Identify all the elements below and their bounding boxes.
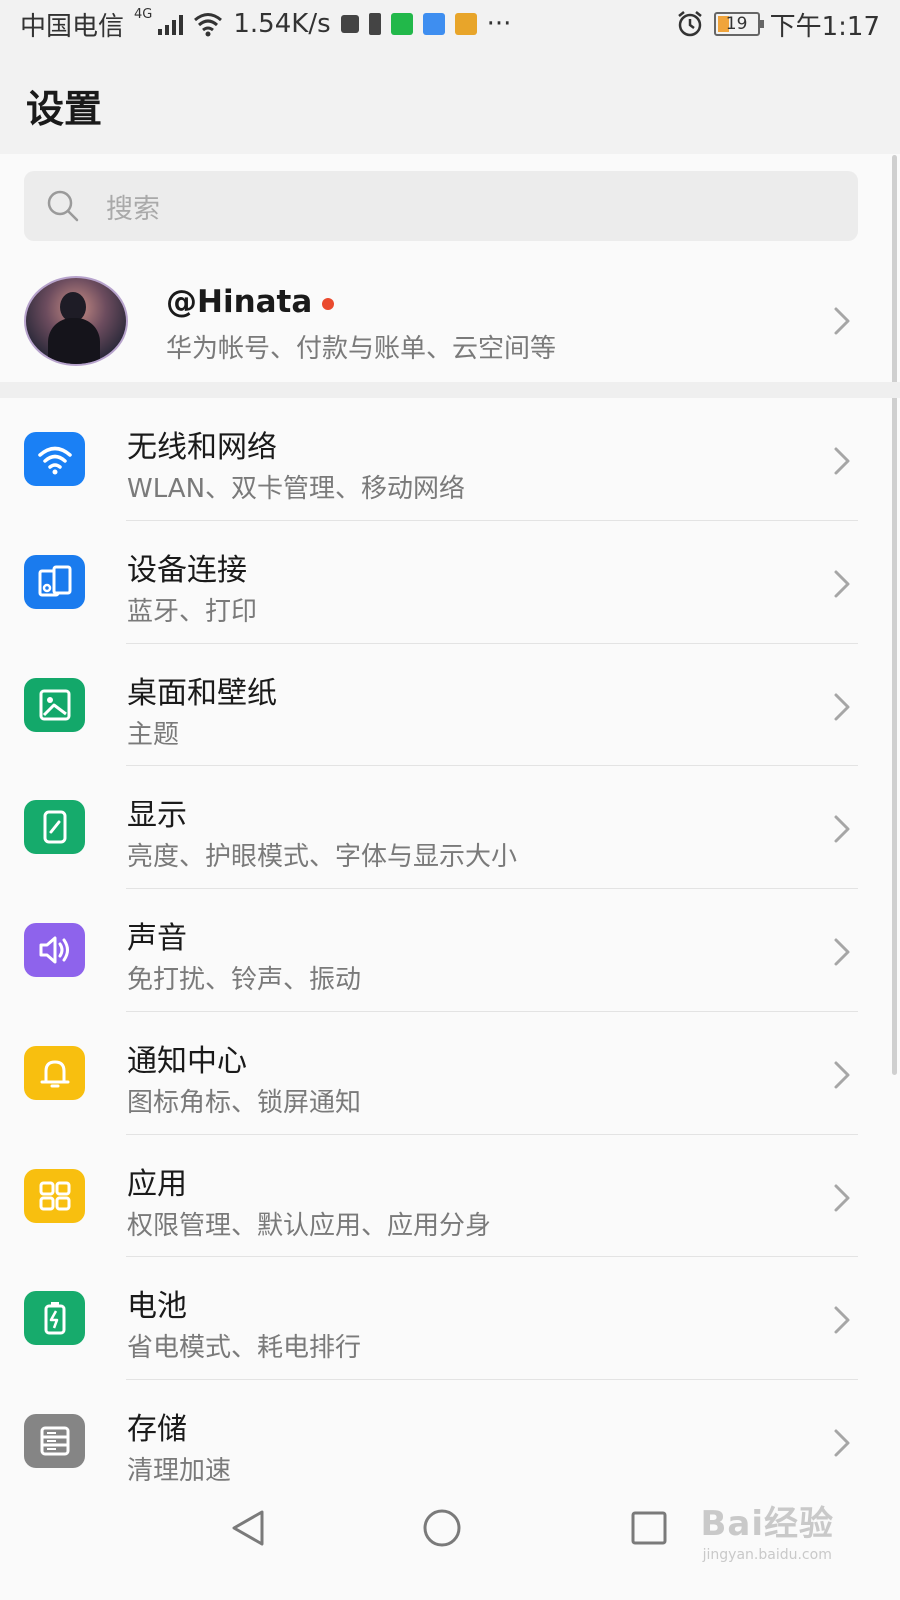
setting-desktop-wallpaper[interactable]: 桌面和壁纸 主题 — [0, 644, 900, 767]
avatar — [24, 276, 128, 366]
network-type: 4G — [134, 6, 153, 22]
setting-wireless-network[interactable]: 无线和网络 WLAN、双卡管理、移动网络 — [0, 398, 900, 521]
back-icon[interactable] — [228, 1508, 268, 1548]
row-title: 设备连接 — [127, 552, 247, 588]
alarm-icon — [677, 11, 702, 37]
row-subtitle: 蓝牙、打印 — [127, 596, 258, 627]
search-placeholder: 搜索 — [106, 193, 160, 225]
chevron-right-icon — [834, 1306, 850, 1334]
status-time: 下午1:17 — [769, 11, 880, 42]
row-title: 桌面和壁纸 — [127, 675, 277, 711]
setting-display[interactable]: 显示 亮度、护眼模式、字体与显示大小 — [0, 766, 900, 889]
watermark-logo: Bai经验 — [700, 1504, 834, 1544]
row-subtitle: 亮度、护眼模式、字体与显示大小 — [127, 842, 518, 873]
row-title: 应用 — [127, 1166, 187, 1202]
account-name-wrap: @Hinata — [166, 284, 335, 320]
row-subtitle: WLAN、双卡管理、移动网络 — [127, 474, 466, 504]
row-subtitle: 权限管理、默认应用、应用分身 — [127, 1210, 492, 1241]
setting-apps[interactable]: 应用 权限管理、默认应用、应用分身 — [0, 1135, 900, 1258]
row-title: 无线和网络 — [127, 430, 277, 465]
wifi-icon — [194, 13, 223, 37]
row-title: 声音 — [127, 921, 187, 956]
battery-icon: 19 — [713, 12, 764, 36]
storage-icon — [24, 1414, 85, 1468]
row-title: 存储 — [127, 1412, 187, 1447]
device-connection-icon — [24, 554, 85, 609]
page-title: 设置 — [26, 87, 103, 131]
more-notifications-indicator: ··· — [486, 9, 512, 39]
row-subtitle: 图标角标、锁屏通知 — [127, 1087, 362, 1118]
setting-storage[interactable]: 存储 清理加速 — [0, 1380, 900, 1503]
signal-icon — [158, 13, 184, 35]
notification-icon — [340, 15, 359, 33]
notification-dot — [322, 297, 335, 310]
account-name: @Hinata — [166, 284, 313, 320]
wallpaper-icon — [24, 677, 85, 732]
search-input[interactable]: 搜索 — [24, 171, 858, 241]
account-subtitle: 华为帐号、付款与账单、云空间等 — [166, 334, 557, 364]
setting-sound[interactable]: 声音 免打扰、铃声、振动 — [0, 889, 900, 1012]
chevron-right-icon — [834, 307, 850, 335]
row-title: 通知中心 — [127, 1043, 247, 1079]
battery-saver-icon — [368, 13, 381, 35]
setting-notification-center[interactable]: 通知中心 图标角标、锁屏通知 — [0, 1012, 900, 1135]
chevron-right-icon — [834, 815, 850, 843]
game-app-icon — [454, 13, 477, 35]
display-icon — [24, 800, 85, 855]
carrier-label: 中国电信 — [20, 11, 125, 42]
recents-icon[interactable] — [630, 1510, 668, 1546]
row-subtitle: 清理加速 — [127, 1456, 232, 1486]
bell-icon — [24, 1045, 85, 1100]
row-subtitle: 免打扰、铃声、振动 — [127, 965, 362, 995]
row-title: 电池 — [127, 1289, 187, 1325]
chevron-right-icon — [834, 1429, 850, 1457]
row-subtitle: 省电模式、耗电排行 — [127, 1333, 362, 1364]
sound-icon — [24, 923, 85, 977]
chevron-right-icon — [834, 693, 850, 720]
setting-device-connection[interactable]: 设备连接 蓝牙、打印 — [0, 521, 900, 644]
account-row[interactable]: @Hinata 华为帐号、付款与账单、云空间等 — [0, 262, 900, 380]
chevron-right-icon — [834, 938, 850, 966]
battery-level: 19 — [725, 14, 748, 34]
app-bar: 设置 — [0, 48, 900, 154]
network-speed: 1.54K/s — [233, 9, 331, 39]
iqiyi-app-icon — [390, 13, 413, 35]
chevron-right-icon — [834, 1184, 850, 1211]
search-icon — [47, 190, 79, 222]
maps-app-icon — [422, 13, 445, 35]
wifi-icon — [24, 432, 85, 486]
battery-icon — [24, 1291, 85, 1346]
row-subtitle: 主题 — [127, 719, 180, 750]
setting-battery[interactable]: 电池 省电模式、耗电排行 — [0, 1257, 900, 1380]
watermark: Bai经验 jingyan.baidu.com — [700, 1496, 834, 1563]
watermark-url: jingyan.baidu.com — [702, 1547, 832, 1563]
settings-list: 无线和网络 WLAN、双卡管理、移动网络 设备连接 蓝牙、打印 桌面和壁纸 主题… — [0, 398, 900, 1503]
status-bar: 中国电信 4G 1.54K/s ··· 19 下午1:17 — [0, 0, 900, 48]
chevron-right-icon — [834, 1061, 850, 1089]
row-title: 显示 — [127, 798, 187, 834]
apps-icon — [24, 1168, 85, 1223]
home-icon[interactable] — [422, 1508, 462, 1548]
section-divider — [0, 382, 900, 398]
chevron-right-icon — [834, 570, 850, 598]
chevron-right-icon — [834, 447, 850, 475]
